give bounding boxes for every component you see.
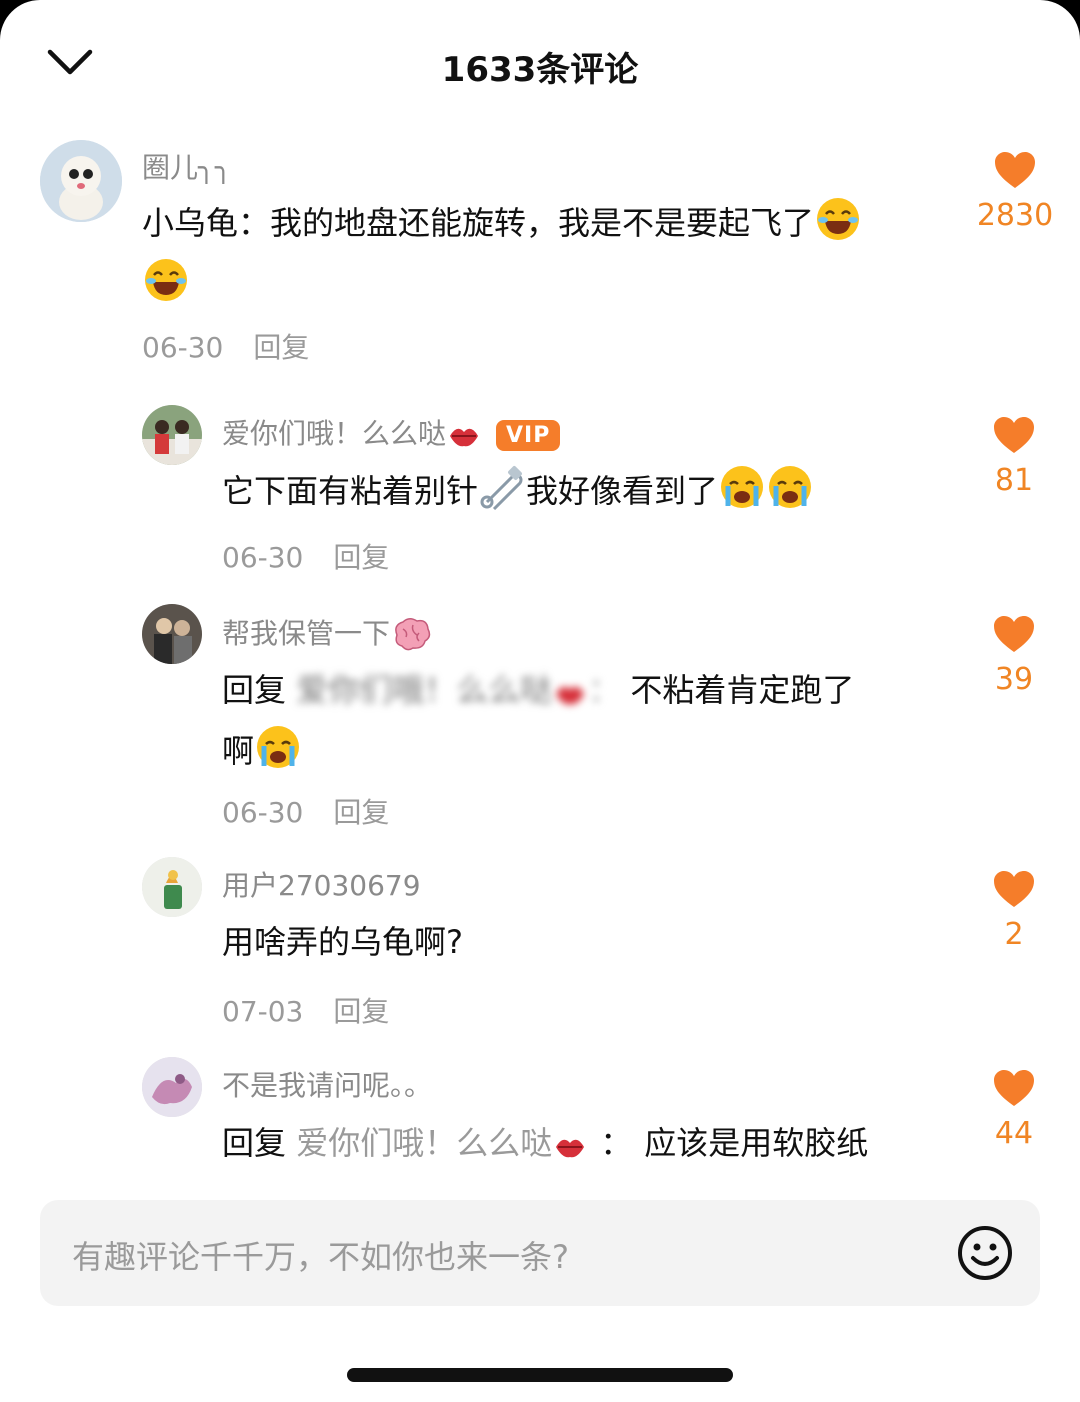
kiss-lips-icon <box>447 421 481 458</box>
safety-pin-icon <box>479 464 525 525</box>
avatar[interactable] <box>142 1057 202 1117</box>
heart-icon <box>995 152 1035 188</box>
reply-button[interactable]: 回复 <box>253 331 309 364</box>
comment-date: 07-03 <box>222 995 304 1028</box>
comment-date: 06-30 <box>142 331 224 364</box>
heart-icon <box>994 417 1034 453</box>
like-button[interactable]: 39 <box>969 614 1059 697</box>
username[interactable]: 爱你们哦！么么哒 VIP <box>222 412 561 458</box>
avatar[interactable] <box>142 405 202 465</box>
username[interactable]: 用户27030679 <box>222 864 421 904</box>
page-title: 1633条评论 <box>441 50 639 90</box>
comment-text: 回复 爱你们哦！么么哒： 不粘着肯定跑了 啊 <box>222 664 942 785</box>
vip-badge: VIP <box>496 419 561 451</box>
kiss-lips-icon <box>553 672 587 724</box>
avatar[interactable] <box>142 604 202 664</box>
username[interactable]: 不是我请问呢。。 <box>222 1064 432 1104</box>
comment-meta: 06-30 回复 <box>142 326 309 366</box>
crying-emoji-icon <box>719 464 765 525</box>
reply-button[interactable]: 回复 <box>333 995 389 1028</box>
comment-text: 小乌龟：我的地盘还能旋转，我是不是要起飞了 <box>142 196 942 318</box>
crying-emoji-icon <box>767 464 813 525</box>
mention-link[interactable]: 爱你们哦！么么哒 <box>296 1124 588 1162</box>
crying-emoji-icon <box>255 724 301 785</box>
reply-button[interactable]: 回复 <box>333 541 389 574</box>
heart-icon <box>994 871 1034 907</box>
like-count: 2 <box>1004 917 1024 952</box>
laughing-emoji-icon <box>815 196 861 257</box>
avatar[interactable] <box>142 857 202 917</box>
laughing-emoji-icon <box>143 257 189 318</box>
like-count: 81 <box>994 463 1034 498</box>
like-count: 44 <box>994 1116 1034 1151</box>
comment-meta: 06-30 回复 <box>222 536 389 576</box>
username[interactable]: 帮我保管一下 <box>222 612 432 658</box>
comment-meta: 06-30 回复 <box>222 791 389 831</box>
like-button[interactable]: 2 <box>969 869 1059 952</box>
avatar[interactable] <box>40 140 122 222</box>
home-indicator <box>347 1368 733 1382</box>
header: 1633条评论 <box>0 0 1080 130</box>
comment-text: 它下面有粘着别针 我好像看到了 <box>222 464 942 525</box>
comment-text: 用啥弄的乌龟啊? <box>222 923 463 961</box>
comment-sheet: 1633条评论 圈儿╮╮ 小乌龟：我的地盘还能旋转，我是不是要起飞了 06-30… <box>0 0 1080 1402</box>
comment-text: 回复 爱你们哦！么么哒：应该是用软胶纸 <box>222 1117 962 1177</box>
comment-date: 06-30 <box>222 541 304 574</box>
comment-date: 06-30 <box>222 796 304 829</box>
comment-input[interactable]: 有趣评论千千万，不如你也来一条? <box>40 1200 1040 1306</box>
reply-button[interactable]: 回复 <box>333 796 389 829</box>
username[interactable]: 圈儿╮╮ <box>142 146 232 186</box>
brain-icon <box>391 617 431 658</box>
input-placeholder: 有趣评论千千万，不如你也来一条? <box>72 1238 569 1276</box>
mention-link[interactable]: 爱你们哦！么么哒 <box>296 671 588 709</box>
heart-icon <box>994 616 1034 652</box>
like-button[interactable]: 81 <box>969 415 1059 498</box>
kiss-lips-icon <box>553 1125 587 1177</box>
comment-meta: 07-03 回复 <box>222 990 389 1030</box>
smiley-icon[interactable] <box>956 1224 1014 1282</box>
like-button[interactable]: 44 <box>969 1068 1059 1151</box>
heart-icon <box>994 1070 1034 1106</box>
like-count: 2830 <box>976 198 1054 233</box>
like-button[interactable]: 2830 <box>970 150 1060 233</box>
like-count: 39 <box>994 662 1034 697</box>
